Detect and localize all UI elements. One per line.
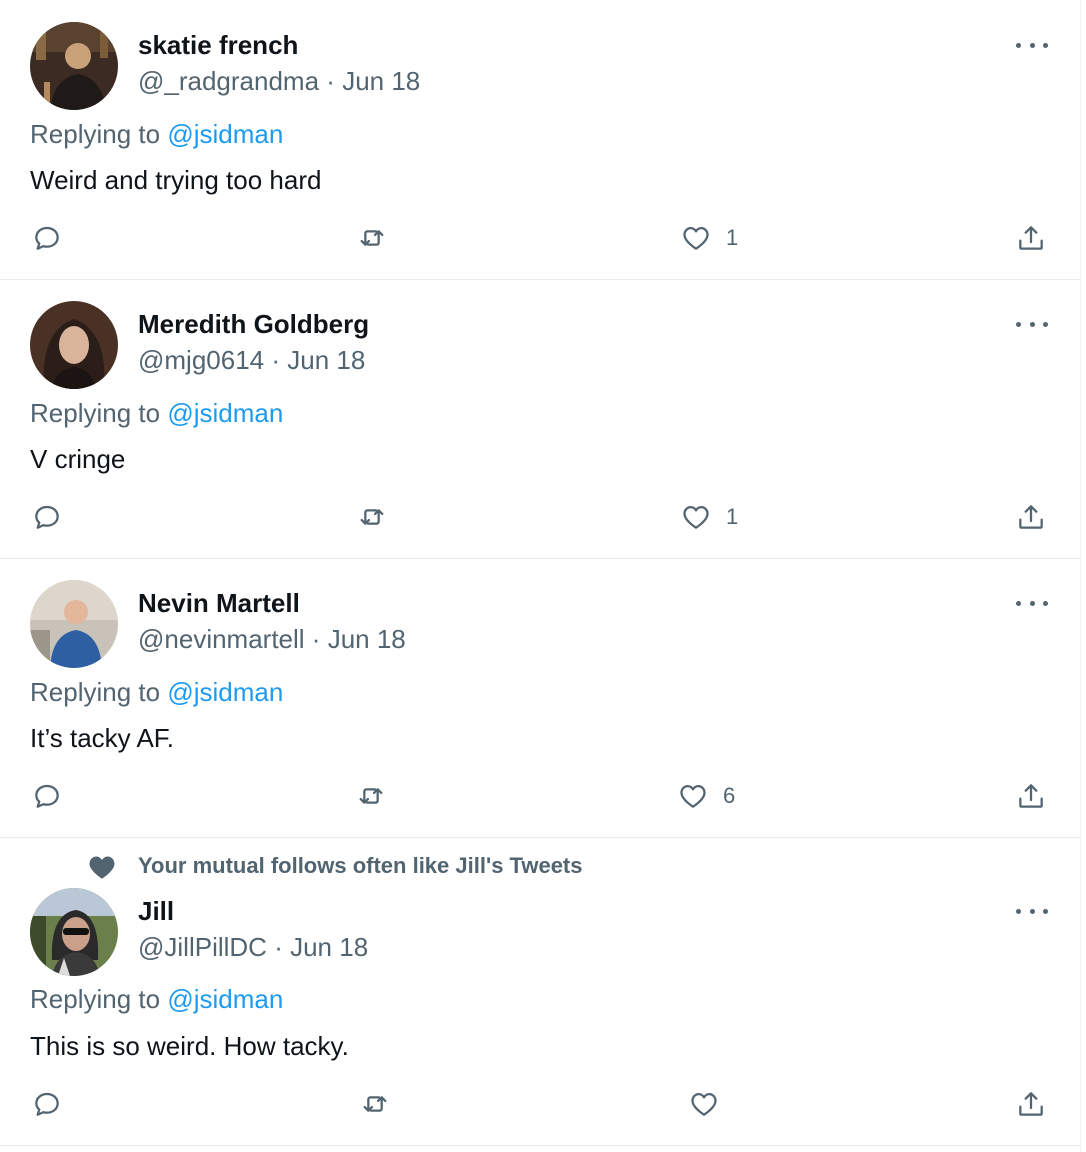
display-name[interactable]: skatie french [138,30,298,61]
heart-icon [683,506,709,529]
more-options-icon[interactable] [1016,33,1048,57]
retweet-button[interactable] [356,222,388,254]
display-name[interactable]: Meredith Goldberg [138,309,369,340]
retweet-icon [359,788,383,804]
replying-to: Replying to @jsidman [30,984,283,1015]
handle[interactable]: @_radgrandma [138,66,319,96]
separator: · [274,932,283,962]
like-button[interactable] [688,1088,734,1120]
like-count: 6 [723,783,736,808]
retweet-button[interactable] [356,501,388,533]
replying-to-link[interactable]: @jsidman [167,119,283,149]
retweet-icon [360,509,384,525]
replying-to-link[interactable]: @jsidman [167,677,283,707]
handle-date[interactable]: @nevinmartell · Jun 18 [138,624,406,655]
replying-to: Replying to @jsidman [30,677,283,708]
share-icon [1019,505,1043,529]
reply-icon [35,226,59,250]
tweet-date[interactable]: Jun 18 [342,66,420,96]
reply-button[interactable] [31,501,63,533]
display-name[interactable]: Jill [138,896,174,927]
like-button[interactable]: 6 [677,780,735,812]
handle[interactable]: @mjg0614 [138,345,264,375]
like-count: 1 [726,504,739,529]
heart-icon [680,785,706,808]
retweet-button[interactable] [359,1088,391,1120]
tweet-text: It’s tacky AF. [30,723,175,753]
replying-label: Replying to [30,984,161,1014]
reply-button[interactable] [31,1088,63,1120]
heart-icon [691,1093,717,1116]
separator: · [271,345,281,375]
social-context: Your mutual follows often like Jill's Tw… [138,853,583,878]
display-name[interactable]: Nevin Martell [138,588,300,619]
retweet-button[interactable] [355,780,387,812]
tweet-text: V cringe [30,444,126,474]
like-count: 1 [726,225,739,250]
more-options-icon[interactable] [1016,899,1048,923]
tweet[interactable]: skatie french @_radgrandma · Jun 18 Repl… [0,0,1080,280]
replying-label: Replying to [30,677,161,707]
like-button[interactable]: 1 [680,501,738,533]
share-icon [1019,1092,1043,1116]
handle-date[interactable]: @mjg0614 · Jun 18 [138,345,365,376]
like-button[interactable]: 1 [680,222,738,254]
replying-label: Replying to [30,398,161,428]
replying-to: Replying to @jsidman [30,119,283,150]
handle-date[interactable]: @JillPillDC · Jun 18 [138,932,368,963]
handle[interactable]: @nevinmartell [138,624,305,654]
separator: · [311,624,321,654]
share-button[interactable] [1015,501,1047,533]
tweet-text: This is so weird. How tacky. [30,1031,349,1061]
replying-to-link[interactable]: @jsidman [167,398,283,428]
tweet-date[interactable]: Jun 18 [290,932,368,962]
reply-icon [35,784,59,808]
replying-label: Replying to [30,119,161,149]
replies-feed: skatie french @_radgrandma · Jun 18 Repl… [0,0,1081,1152]
share-icon [1019,226,1043,250]
avatar[interactable] [30,888,118,976]
reply-icon [35,505,59,529]
share-icon [1019,784,1043,808]
reply-icon [35,1092,59,1116]
tweet-date[interactable]: Jun 18 [328,624,406,654]
reply-button[interactable] [31,222,63,254]
share-button[interactable] [1015,780,1047,812]
replying-to: Replying to @jsidman [30,398,283,429]
retweet-icon [360,230,384,246]
handle-date[interactable]: @_radgrandma · Jun 18 [138,66,420,97]
tweet[interactable]: Your mutual follows often like Jill's Tw… [0,838,1080,1146]
separator: · [326,66,335,96]
retweet-icon [363,1096,387,1112]
heart-icon [683,227,709,250]
tweet[interactable]: Nevin Martell @nevinmartell · Jun 18 Rep… [0,559,1080,838]
avatar[interactable] [30,301,118,389]
more-options-icon[interactable] [1016,312,1048,336]
reply-button[interactable] [31,780,63,812]
avatar[interactable] [30,22,118,110]
avatar[interactable] [30,580,118,668]
share-button[interactable] [1015,1088,1047,1120]
heart-icon [89,856,115,879]
more-options-icon[interactable] [1016,591,1048,615]
tweet-text: Weird and trying too hard [30,165,322,195]
tweet-date[interactable]: Jun 18 [287,345,365,375]
tweet[interactable]: Meredith Goldberg @mjg0614 · Jun 18 Repl… [0,280,1080,559]
handle[interactable]: @JillPillDC [138,932,267,962]
share-button[interactable] [1015,222,1047,254]
replying-to-link[interactable]: @jsidman [167,984,283,1014]
